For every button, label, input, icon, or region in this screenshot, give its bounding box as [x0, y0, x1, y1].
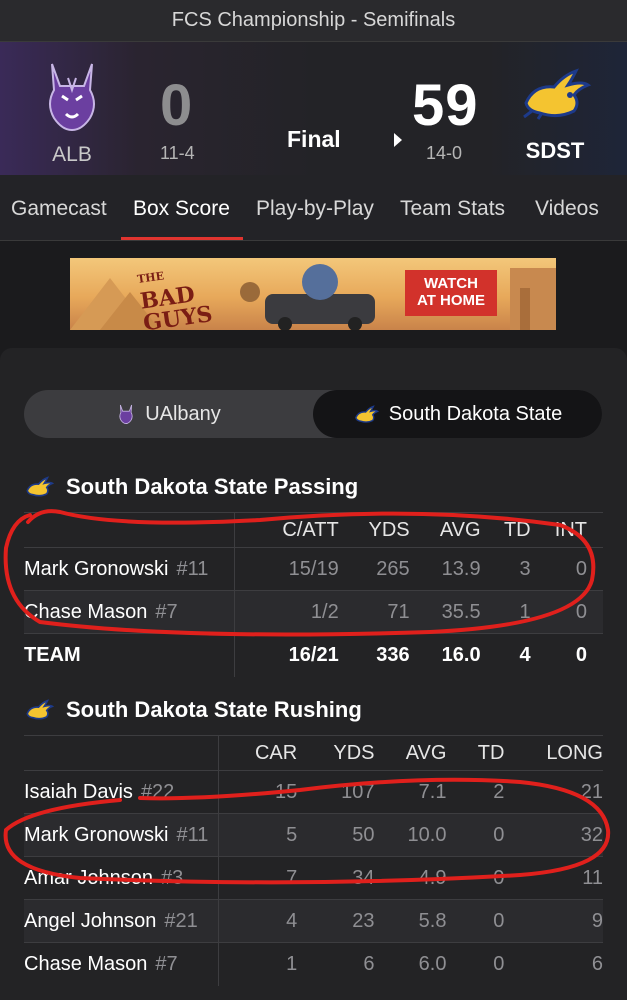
table-row[interactable]: Amar Johnson #3 7 34 4.9 0 11 — [24, 856, 603, 900]
active-tab-indicator — [121, 237, 243, 240]
player-number: #11 — [176, 557, 209, 580]
ad-banner[interactable]: THE BAD GUYS WATCH AT HOME — [70, 258, 556, 330]
team-toggle: UAlbany South Dakota State — [24, 390, 602, 438]
column-header: INT — [546, 512, 603, 548]
sdst-small-icon — [26, 476, 54, 497]
column-header: AVG — [425, 512, 497, 548]
passing-table: C/ATT YDS AVG TD INT Mark Gronowski #11 1… — [24, 512, 603, 677]
home-team-abbr: SDST — [525, 138, 585, 163]
sdst-jackrabbit-logo-icon — [523, 68, 592, 120]
toggle-south-dakota-state[interactable]: South Dakota State — [313, 390, 602, 438]
tab-videos[interactable]: Videos — [535, 197, 599, 221]
column-header: YDS — [354, 512, 426, 548]
table-row[interactable]: Mark Gronowski #11 15/19 265 13.9 3 0 — [24, 547, 603, 591]
column-header: AVG — [390, 735, 463, 771]
player-number: #22 — [140, 780, 175, 803]
home-record: 14-0 — [426, 143, 463, 163]
team-total-row: TEAM 16/21 336 16.0 4 0 — [24, 633, 603, 677]
box-score-card: UAlbany South Dakota State South Dakota … — [0, 348, 627, 1000]
away-team[interactable]: ALB — [40, 60, 104, 167]
ualbany-small-icon — [119, 404, 133, 424]
home-team[interactable]: SDST — [518, 67, 592, 164]
table-header-row: C/ATT YDS AVG TD INT — [24, 512, 603, 548]
competition-title: FCS Championship - Semifinals — [171, 9, 456, 31]
sdst-small-icon — [354, 404, 379, 423]
table-row[interactable]: Isaiah Davis #22 15 107 7.1 2 21 — [24, 770, 603, 814]
player-number: #21 — [164, 909, 198, 932]
column-header: C/ATT — [234, 512, 355, 548]
rushing-table: CAR YDS AVG TD LONG Isaiah Davis #22 15 1… — [24, 735, 603, 986]
game-status: Final — [287, 126, 341, 152]
ualbany-logo-icon — [49, 63, 95, 132]
home-score: 59 — [412, 73, 479, 138]
ad-movie-title: THE BAD GUYS — [136, 269, 215, 330]
player-number: #11 — [176, 823, 209, 846]
tab-play-by-play[interactable]: Play-by-Play — [256, 197, 374, 221]
sdst-small-icon — [26, 699, 54, 720]
player-name[interactable]: Isaiah Davis — [24, 781, 133, 803]
competition-header: FCS Championship - Semifinals — [0, 0, 627, 42]
player-name[interactable]: Mark Gronowski — [24, 824, 168, 846]
player-name[interactable]: Amar Johnson — [24, 867, 153, 889]
column-header: TD — [462, 735, 521, 771]
player-name[interactable]: Mark Gronowski — [24, 558, 168, 580]
player-name[interactable]: Angel Johnson — [24, 910, 156, 932]
passing-section-title: South Dakota State Passing — [24, 474, 358, 500]
toggle-ualbany[interactable]: UAlbany — [24, 390, 314, 438]
tab-box-score[interactable]: Box Score — [133, 197, 230, 221]
ad-watch-button[interactable]: WATCH AT HOME — [405, 270, 497, 316]
player-number: #7 — [155, 952, 178, 975]
winner-arrow-icon — [394, 133, 402, 147]
tab-team-stats[interactable]: Team Stats — [400, 197, 505, 221]
column-header: TD — [496, 512, 547, 548]
table-row[interactable]: Chase Mason #7 1/2 71 35.5 1 0 — [24, 590, 603, 634]
player-number: #7 — [155, 600, 178, 623]
player-name[interactable]: Chase Mason — [24, 953, 147, 975]
table-row[interactable]: Chase Mason #7 1 6 6.0 0 6 — [24, 942, 603, 986]
table-row[interactable]: Angel Johnson #21 4 23 5.8 0 9 — [24, 899, 603, 943]
player-number: #3 — [160, 866, 184, 889]
column-header: YDS — [313, 735, 391, 771]
away-record: 11-4 — [160, 143, 195, 163]
column-header: CAR — [218, 735, 314, 771]
table-row[interactable]: Mark Gronowski #11 5 50 10.0 0 32 — [24, 813, 603, 857]
player-name[interactable]: Chase Mason — [24, 601, 147, 623]
away-score: 0 — [160, 73, 194, 138]
tab-gamecast[interactable]: Gamecast — [11, 197, 107, 221]
game-tabs: Gamecast Box Score Play-by-Play Team Sta… — [0, 175, 627, 241]
away-team-abbr: ALB — [52, 143, 92, 166]
table-header-row: CAR YDS AVG TD LONG — [24, 735, 603, 771]
rushing-section-title: South Dakota State Rushing — [24, 697, 362, 723]
scoreboard: ALB 0 Final 59 SDST — [0, 42, 627, 175]
column-header: LONG — [520, 735, 603, 771]
